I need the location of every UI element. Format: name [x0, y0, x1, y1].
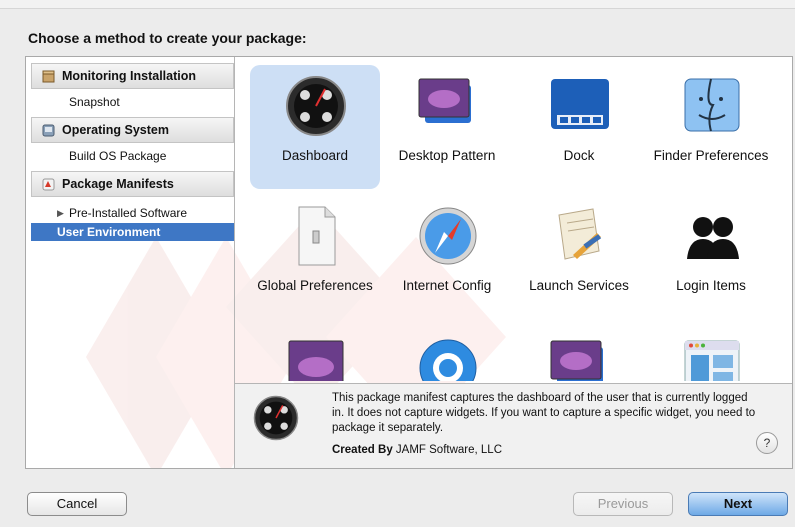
created-by-value: JAMF Software, LLC [395, 444, 503, 456]
created-by-line: Created By JAMF Software, LLC [332, 444, 502, 456]
tile-label: Global Preferences [257, 278, 373, 293]
created-by-label: Created By [332, 444, 393, 456]
tile-label: Dashboard [281, 148, 349, 163]
tile-quicktime[interactable] [382, 327, 512, 381]
sidebar-item-snapshot[interactable]: Snapshot [31, 93, 234, 111]
next-button[interactable]: Next [688, 492, 788, 516]
tile-desktop-pattern-2[interactable] [514, 327, 644, 381]
sidebar-item-user-environment[interactable]: User Environment [31, 223, 234, 241]
sidebar: Monitoring Installation Snapshot Operati… [26, 57, 235, 468]
sidebar-item-label: User Environment [57, 225, 161, 239]
tile-launch-services[interactable]: Launch Services [514, 195, 644, 319]
sidebar-item-build-os-package[interactable]: Build OS Package [31, 147, 234, 165]
tile-label: Finder Preferences [653, 148, 769, 163]
previous-button[interactable]: Previous [573, 492, 673, 516]
tile-finder-preferences[interactable]: Finder Preferences [646, 65, 776, 189]
description-pane: This package manifest captures the dashb… [235, 383, 792, 468]
desktop-pattern-icon [550, 340, 603, 381]
cancel-button[interactable]: Cancel [27, 492, 127, 516]
tile-internet-config[interactable]: Internet Config [382, 195, 512, 319]
os-installer-icon [42, 124, 55, 137]
dock-icon [551, 79, 609, 129]
sidebar-section-package-manifests[interactable]: Package Manifests [31, 171, 234, 197]
sidebar-section-label: Monitoring Installation [62, 69, 197, 83]
help-button[interactable]: ? [756, 432, 778, 454]
tile-label: Dock [563, 148, 595, 163]
login-items-users-icon [687, 217, 739, 259]
sidebar-section-label: Package Manifests [62, 177, 174, 191]
finder-icon [684, 78, 740, 132]
tile-label: Launch Services [529, 278, 629, 293]
sidebar-section-monitoring[interactable]: Monitoring Installation [31, 63, 234, 89]
quicktime-icon [419, 339, 477, 381]
sidebar-item-label: Build OS Package [69, 149, 167, 163]
page-title: Choose a method to create your package: [28, 30, 307, 46]
dashboard-icon [286, 76, 346, 136]
tile-dashboard[interactable]: Dashboard [250, 65, 380, 189]
window-top-edge [0, 0, 795, 9]
tile-global-preferences[interactable]: Global Preferences [250, 195, 380, 319]
tile-window-layout[interactable] [646, 327, 776, 381]
desktop-pattern-icon [418, 78, 471, 123]
tile-dock[interactable]: Dock [514, 65, 644, 189]
window-layout-icon [684, 340, 740, 381]
tile-login-items[interactable]: Login Items [646, 195, 776, 319]
package-manifest-icon [42, 178, 55, 191]
sidebar-item-pre-installed-software[interactable]: ▶ Pre-Installed Software [31, 204, 234, 222]
method-chooser-panel: Monitoring Installation Snapshot Operati… [25, 56, 793, 469]
sidebar-item-label: Snapshot [69, 95, 120, 109]
sidebar-section-label: Operating System [62, 123, 169, 137]
safari-compass-icon [419, 207, 477, 265]
tile-label: Desktop Pattern [398, 148, 496, 163]
sidebar-item-label: Pre-Installed Software [69, 206, 188, 220]
dashboard-icon [253, 395, 299, 441]
tile-desktop-pattern[interactable]: Desktop Pattern [382, 65, 512, 189]
launch-services-icon [558, 208, 602, 260]
description-text: This package manifest captures the dashb… [332, 392, 756, 434]
installer-box-icon [42, 70, 55, 83]
global-preferences-icon [298, 206, 336, 266]
tile-desktop-screenshot[interactable] [250, 327, 380, 381]
desktop-screenshot-icon [288, 340, 344, 381]
disclosure-triangle-icon[interactable]: ▶ [57, 204, 64, 222]
tile-label: Login Items [676, 278, 746, 293]
package-type-grid: Dashboard Desktop Pattern Dock Finder Pr… [235, 57, 792, 381]
sidebar-section-operating-system[interactable]: Operating System [31, 117, 234, 143]
tile-label: Internet Config [402, 278, 492, 293]
